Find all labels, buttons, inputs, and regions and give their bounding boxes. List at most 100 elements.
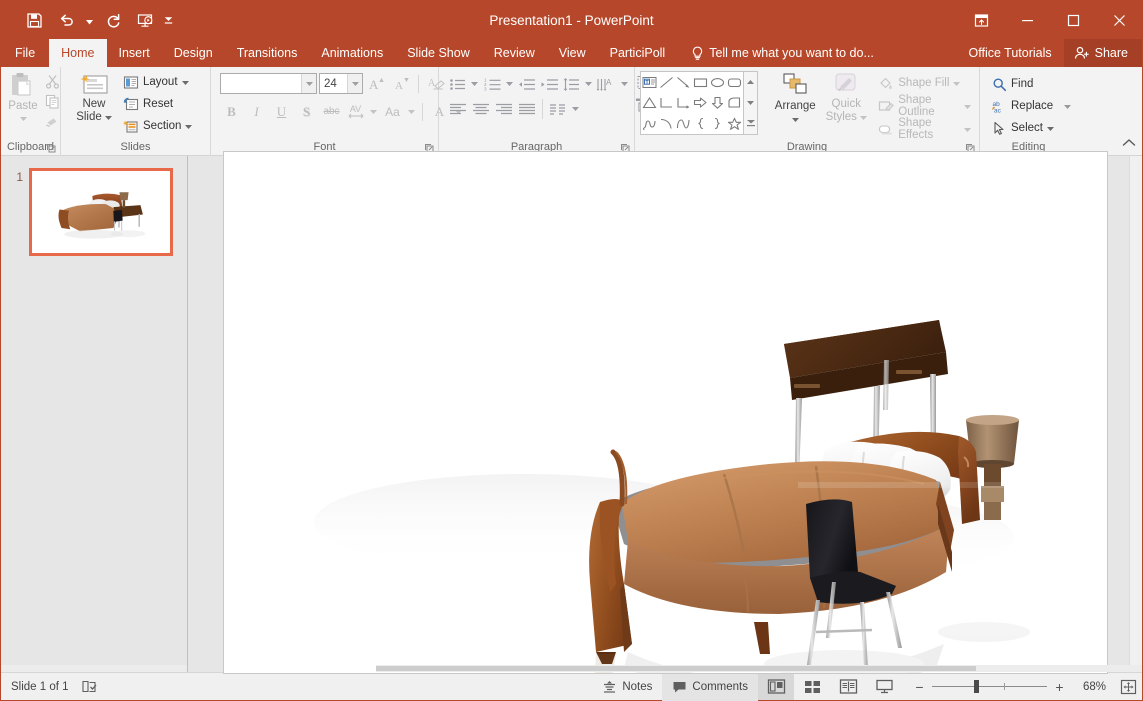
shape-fill-button[interactable]: Shape Fill (874, 72, 975, 94)
shape-elbow-arrow-connector-icon[interactable] (675, 93, 692, 114)
minimize-icon[interactable] (1004, 1, 1050, 39)
numbering-button[interactable]: 123 (481, 73, 503, 95)
change-case-dropdown-icon[interactable] (406, 101, 417, 123)
redo-icon[interactable] (98, 6, 128, 34)
columns-dropdown-icon[interactable] (570, 98, 581, 120)
character-spacing-dropdown-icon[interactable] (368, 101, 379, 123)
shape-elbow-connector-icon[interactable] (658, 93, 675, 114)
tell-me-search[interactable]: Tell me what you want to do... (677, 39, 874, 67)
zoom-control[interactable]: − + 68% (902, 679, 1114, 695)
font-size-dropdown-icon[interactable] (347, 74, 362, 93)
shape-arrow-icon[interactable] (675, 72, 692, 93)
shape-right-arrow-icon[interactable] (692, 93, 709, 114)
tab-view[interactable]: View (547, 39, 598, 67)
shape-effects-button[interactable]: Shape Effects (874, 117, 975, 141)
align-right-button[interactable] (493, 98, 515, 120)
shape-wave-icon[interactable] (675, 113, 692, 134)
gallery-scroll-down-icon[interactable] (744, 93, 758, 114)
normal-view-button[interactable] (758, 673, 794, 700)
quick-styles-dropdown-icon[interactable] (859, 111, 867, 124)
layout-button[interactable]: Layout (119, 71, 196, 93)
line-spacing-button[interactable] (561, 73, 583, 95)
shape-rounded-rectangle-icon[interactable] (726, 72, 743, 93)
find-button[interactable]: Find (988, 73, 1075, 95)
tab-review[interactable]: Review (482, 39, 547, 67)
arrange-dropdown-icon[interactable] (791, 113, 799, 125)
tab-design[interactable]: Design (162, 39, 225, 67)
shape-line-icon[interactable] (658, 72, 675, 93)
slide-thumbnail-pane[interactable]: 1 (1, 156, 188, 672)
shape-arc-icon[interactable] (658, 113, 675, 134)
tab-home[interactable]: Home (49, 39, 107, 67)
reset-button[interactable]: Reset (119, 93, 196, 115)
increase-font-size-button[interactable]: A (365, 72, 388, 95)
shape-fill-dropdown-icon[interactable] (953, 77, 961, 89)
ribbon-display-options-icon[interactable] (958, 1, 1004, 39)
center-button[interactable] (470, 98, 492, 120)
change-case-button[interactable]: Aa (381, 100, 404, 123)
paste-button[interactable]: Paste (6, 70, 40, 126)
new-slide-dropdown-icon[interactable] (104, 111, 112, 124)
slide-pane-hscrollbar[interactable] (376, 665, 1142, 672)
thumbnail-item[interactable]: 1 (13, 168, 187, 256)
shape-rectangle-icon[interactable] (692, 72, 709, 93)
font-name-dropdown-icon[interactable] (301, 74, 316, 93)
customize-qat-icon[interactable] (162, 6, 175, 34)
bold-button[interactable]: B (220, 100, 243, 123)
share-button[interactable]: Share (1063, 39, 1142, 67)
collapse-ribbon-button[interactable] (1122, 135, 1136, 153)
shape-left-brace-icon[interactable] (692, 113, 709, 134)
numbering-dropdown-icon[interactable] (504, 73, 515, 95)
decrease-font-size-button[interactable]: A (390, 72, 413, 95)
line-spacing-dropdown-icon[interactable] (583, 73, 594, 95)
comments-button[interactable]: Comments (662, 672, 758, 701)
section-button[interactable]: Section (119, 115, 196, 137)
tab-slide-show[interactable]: Slide Show (395, 39, 482, 67)
shape-outline-button[interactable]: Shape Outline (874, 94, 975, 118)
gallery-more-icon[interactable] (744, 113, 758, 134)
italic-button[interactable]: I (245, 100, 268, 123)
increase-indent-button[interactable] (538, 73, 560, 95)
shape-star-icon[interactable] (726, 113, 743, 134)
section-dropdown-icon[interactable] (185, 120, 193, 132)
tab-animations[interactable]: Animations (309, 39, 395, 67)
fit-to-window-button[interactable] (1114, 679, 1142, 695)
close-icon[interactable] (1096, 1, 1142, 39)
zoom-slider[interactable] (932, 680, 1047, 693)
shapes-gallery[interactable] (640, 71, 744, 135)
clipboard-dialog-launcher[interactable] (46, 143, 56, 153)
slide-pane-vscrollbar[interactable] (1129, 156, 1142, 672)
character-spacing-button[interactable]: AV (345, 100, 366, 123)
shape-effects-dropdown-icon[interactable] (964, 123, 971, 135)
save-icon[interactable] (19, 6, 49, 34)
shape-triangle-icon[interactable] (641, 93, 658, 114)
text-direction-button[interactable]: A (595, 73, 618, 95)
zoom-out-button[interactable]: − (914, 679, 925, 695)
align-left-button[interactable] (447, 98, 469, 120)
font-name-combo[interactable] (220, 73, 317, 94)
shapes-gallery-scrollbar[interactable] (743, 71, 759, 135)
paste-dropdown-icon[interactable] (19, 112, 27, 124)
text-shadow-button[interactable]: S (295, 100, 318, 123)
start-presentation-icon[interactable] (130, 6, 160, 34)
font-size-combo[interactable]: 24 (319, 73, 363, 94)
shape-scribble-icon[interactable] (641, 113, 658, 134)
replace-button[interactable]: ab ac Replace (988, 95, 1075, 117)
slide-editing-pane[interactable] (188, 150, 1142, 674)
replace-dropdown-icon[interactable] (1064, 100, 1072, 112)
select-button[interactable]: Select (988, 117, 1075, 139)
slide-sorter-view-button[interactable] (794, 674, 830, 700)
select-dropdown-icon[interactable] (1046, 122, 1054, 134)
shape-oval-icon[interactable] (709, 72, 726, 93)
new-slide-button[interactable]: New Slide (69, 70, 119, 126)
columns-button[interactable] (547, 98, 569, 120)
shape-outline-dropdown-icon[interactable] (964, 100, 971, 112)
decrease-indent-button[interactable] (516, 73, 538, 95)
thumbnail-pane-hscrollbar[interactable] (1, 665, 187, 672)
notes-button[interactable]: Notes (592, 673, 662, 701)
shape-down-arrow-icon[interactable] (709, 93, 726, 114)
undo-dropdown-icon[interactable] (83, 6, 96, 34)
tab-insert[interactable]: Insert (107, 39, 162, 67)
bullets-dropdown-icon[interactable] (470, 73, 481, 95)
slide-canvas[interactable] (222, 150, 1108, 674)
